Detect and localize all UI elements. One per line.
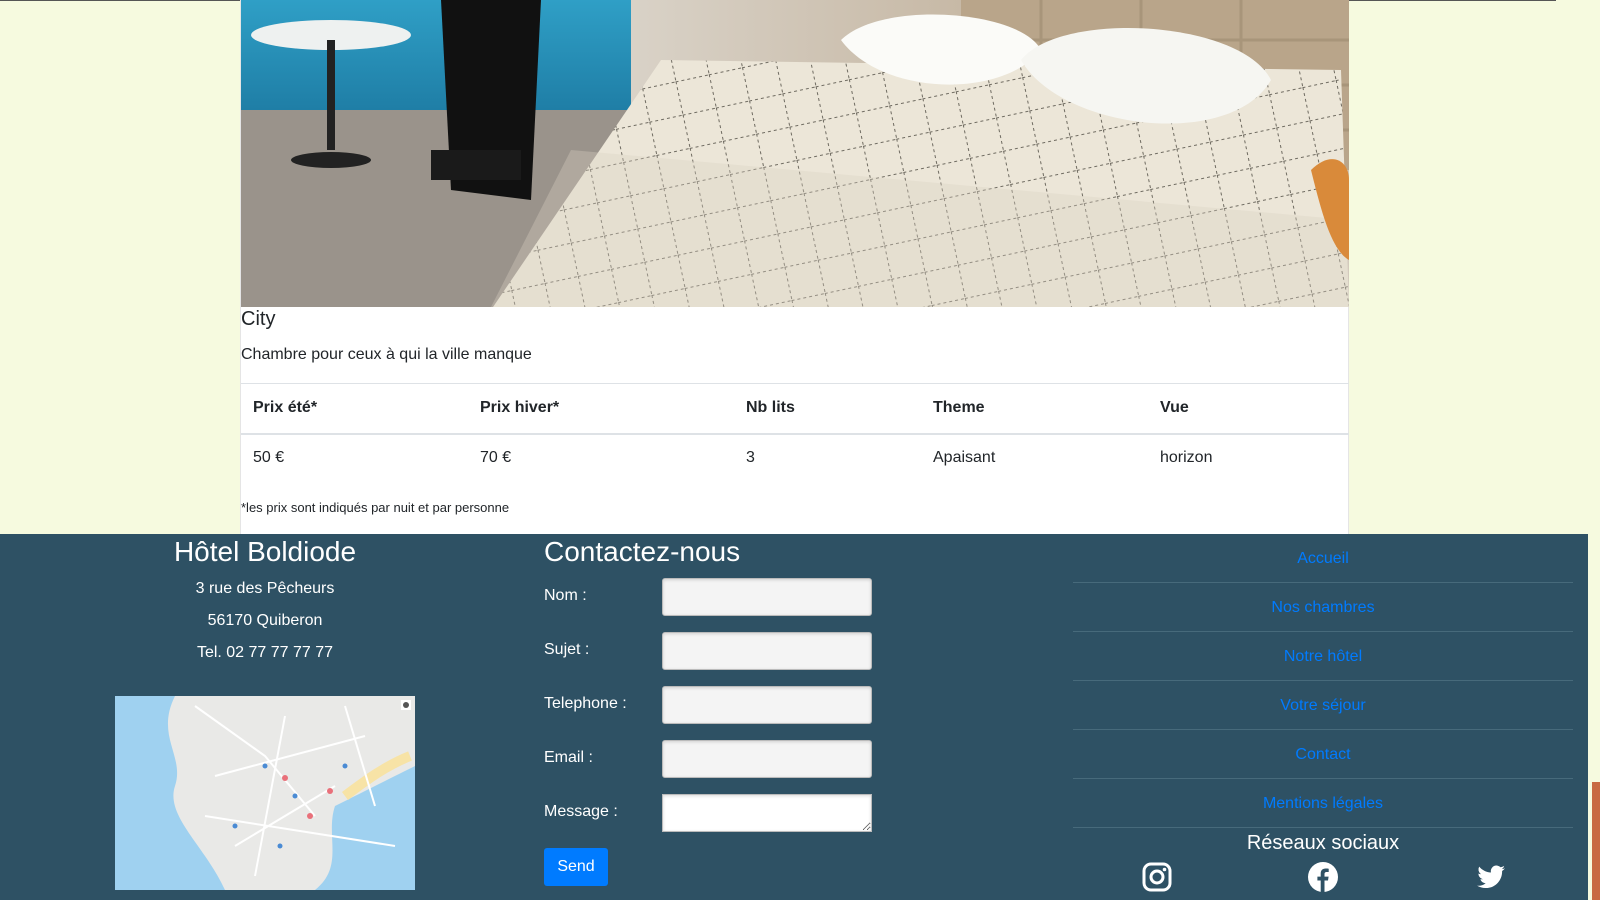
form-row-message: Message : [544, 794, 884, 848]
room-card: City Chambre pour ceux à qui la ville ma… [240, 0, 1349, 534]
form-row-email: Email : [544, 740, 884, 794]
nav-item-nos-chambres: Nos chambres [1073, 583, 1573, 632]
nav-item-notre-hotel: Notre hôtel [1073, 632, 1573, 681]
sujet-label: Sujet : [544, 641, 590, 658]
table-cell: horizon [1160, 449, 1213, 466]
table-cell: 50 € [253, 449, 285, 466]
hotel-address: 3 rue des Pêcheurs [195, 580, 335, 597]
footer-nav: Accueil Nos chambres Notre hôtel Votre s… [1073, 534, 1573, 900]
nav-item-mentions-legales: Mentions légales [1073, 779, 1573, 828]
column-header: Prix hiver* [468, 383, 734, 435]
sujet-field[interactable] [662, 632, 872, 670]
table-cell: Apaisant [933, 449, 996, 466]
nom-label: Nom : [544, 587, 587, 604]
telephone-label: Telephone : [544, 695, 627, 712]
nav-item-accueil: Accueil [1073, 534, 1573, 583]
telephone-field[interactable] [662, 686, 872, 724]
nav-link-accueil[interactable]: Accueil [1297, 550, 1349, 567]
nav-item-votre-sejour: Votre séjour [1073, 681, 1573, 730]
hotel-phone: Tel. 02 77 77 77 77 [196, 644, 334, 661]
column-header: Vue [1148, 383, 1349, 435]
price-note: *les prix sont indiqués par nuit et par … [241, 500, 510, 515]
table-cell: 70 € [480, 449, 512, 466]
column-header: Nb lits [734, 383, 921, 435]
message-field[interactable] [662, 794, 872, 832]
table-row: 50 € 70 € 3 Apaisant horizon [241, 434, 1349, 482]
nav-link-mentions-legales[interactable]: Mentions légales [1263, 795, 1383, 812]
hotel-name: Hôtel Boldiode [173, 536, 357, 567]
contact-title: Contactez-nous [544, 536, 741, 567]
email-field[interactable] [662, 740, 872, 778]
table-header-row: Prix été* Prix hiver* Nb lits Theme Vue [241, 383, 1349, 435]
location-map[interactable] [115, 696, 415, 890]
nav-link-nos-chambres[interactable]: Nos chambres [1271, 599, 1374, 616]
room-price-table: Prix été* Prix hiver* Nb lits Theme Vue … [241, 383, 1349, 482]
room-description: Chambre pour ceux à qui la ville manque [241, 346, 532, 363]
scrollbar[interactable] [1588, 0, 1600, 900]
footer: Hôtel Boldiode 3 rue des Pêcheurs 56170 … [0, 534, 1588, 900]
message-label: Message : [544, 803, 618, 820]
nav-item-contact: Contact [1073, 730, 1573, 779]
form-row-nom: Nom : [544, 578, 884, 632]
email-label: Email : [544, 749, 593, 766]
send-button[interactable]: Send [544, 848, 608, 886]
hotel-info: Hôtel Boldiode 3 rue des Pêcheurs 56170 … [115, 534, 415, 890]
form-row-telephone: Telephone : [544, 686, 884, 740]
column-header: Theme [921, 383, 1148, 435]
room-title: City [241, 308, 276, 330]
hotel-city: 56170 Quiberon [207, 612, 323, 629]
social-icons [1073, 861, 1573, 900]
table-cell: 3 [746, 449, 755, 466]
room-photo [241, 0, 1349, 307]
instagram-icon[interactable] [1141, 861, 1173, 893]
contact-form: Contactez-nous Nom : Sujet : Telephone :… [544, 534, 884, 886]
column-header: Prix été* [241, 383, 468, 435]
scrollbar-thumb[interactable] [1592, 782, 1600, 900]
nav-link-votre-sejour[interactable]: Votre séjour [1280, 697, 1365, 714]
nav-link-notre-hotel[interactable]: Notre hôtel [1284, 648, 1362, 665]
social-title: Réseaux sociaux [1246, 832, 1400, 854]
nav-link-contact[interactable]: Contact [1295, 746, 1350, 763]
facebook-icon[interactable] [1307, 861, 1339, 893]
twitter-icon[interactable] [1475, 861, 1507, 893]
nom-field[interactable] [662, 578, 872, 616]
form-row-sujet: Sujet : [544, 632, 884, 686]
